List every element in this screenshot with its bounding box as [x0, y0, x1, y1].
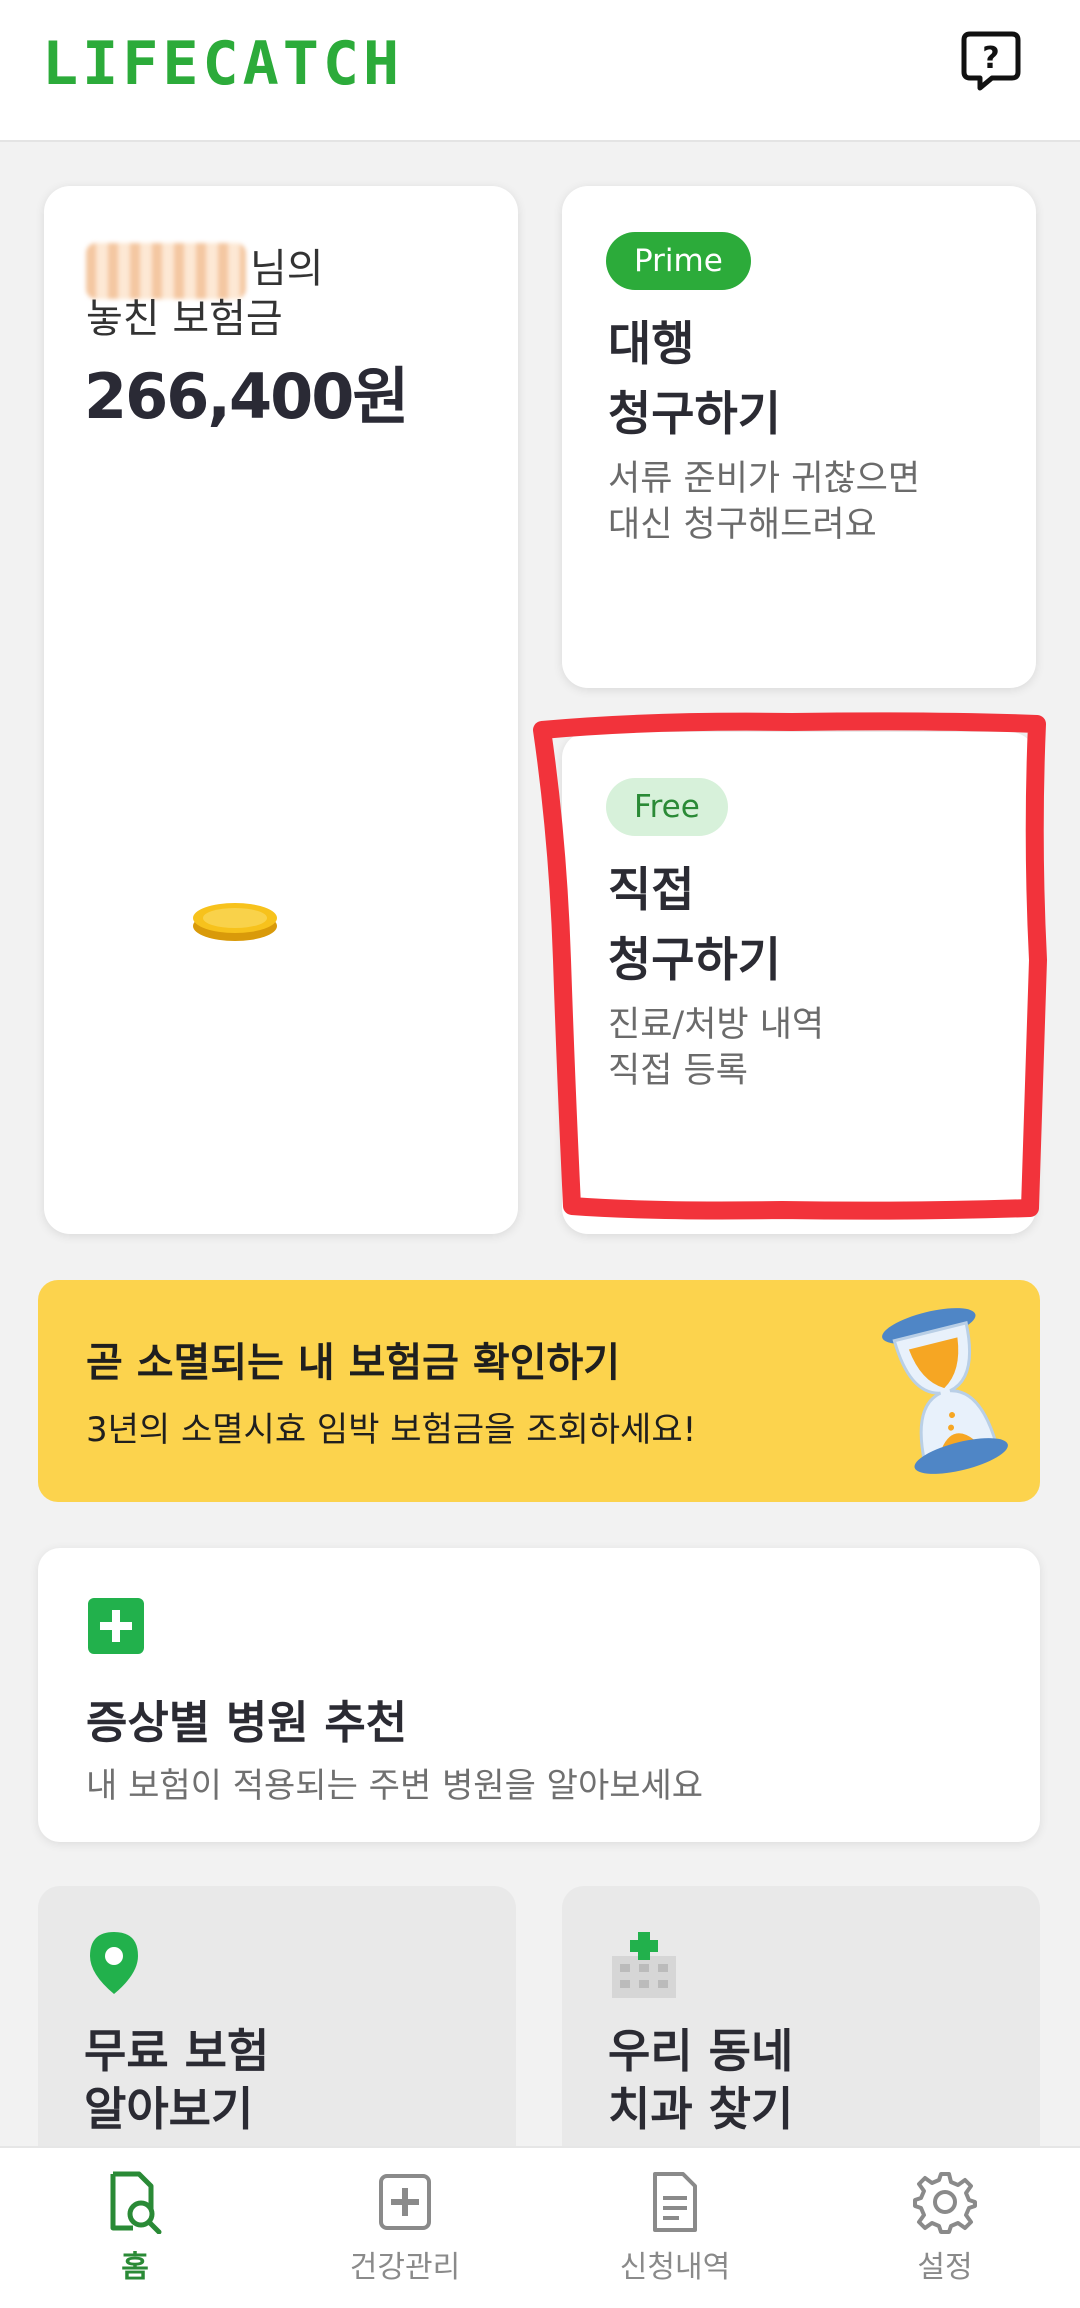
direct-claim-desc-line1: 진료/처방 내역 [608, 1005, 825, 1045]
proxy-claim-desc: 서류 준비가 귀찮으면 대신 청구해드려요 [608, 456, 920, 548]
tab-home[interactable]: 홈 [0, 2170, 270, 2300]
lifecatch-logo[interactable]: LIFECATCH [42, 26, 422, 102]
free-insurance-title-line2: 알아보기 [84, 2082, 254, 2136]
plus-icon [88, 1598, 144, 1654]
direct-claim-desc: 진료/처방 내역 직접 등록 [608, 1002, 824, 1094]
prime-badge: Prime [606, 232, 751, 290]
proxy-claim-desc-line1: 서류 준비가 귀찮으면 [608, 459, 921, 499]
missed-insurance-label: 놓친 보험금 [86, 296, 283, 342]
clinic-icon [610, 1930, 680, 2004]
proxy-claim-title-line1: 대행 [608, 317, 695, 372]
free-insurance-title-line1: 무료 보험 [84, 2024, 270, 2078]
tab-history-label: 신청내역 [619, 2250, 731, 2285]
dentist-finder-tile[interactable]: 우리 동네 치과 찾기 [562, 1886, 1040, 2146]
dentist-finder-title: 우리 동네 치과 찾기 [608, 2022, 793, 2138]
hourglass-icon [880, 1306, 1010, 1480]
direct-claim-title-line1: 직접 [608, 863, 695, 918]
dentist-finder-title-line2: 치과 찾기 [608, 2082, 794, 2136]
proxy-claim-desc-line2: 대신 청구해드려요 [608, 505, 877, 545]
proxy-claim-title: 대행 청구하기 [608, 310, 781, 450]
hospital-subtitle: 내 보험이 적용되는 주변 병원을 알아보세요 [86, 1766, 704, 1806]
direct-claim-card[interactable]: Free 직접 청구하기 진료/처방 내역 직접 등록 [562, 732, 1036, 1234]
document-icon [653, 2172, 697, 2232]
proxy-claim-card[interactable]: Prime 대행 청구하기 서류 준비가 귀찮으면 대신 청구해드려요 [562, 186, 1036, 688]
svg-text:LIFECATCH: LIFECATCH [42, 29, 403, 98]
expiring-insurance-banner[interactable]: 곧 소멸되는 내 보험금 확인하기 3년의 소멸시효 임박 보험금을 조회하세요… [38, 1280, 1040, 1502]
tab-health-label: 건강관리 [349, 2250, 461, 2285]
proxy-claim-title-line2: 청구하기 [608, 387, 781, 442]
help-icon[interactable]: ? [958, 28, 1024, 94]
hospital-title: 증상별 병원 추천 [86, 1696, 408, 1749]
tab-settings[interactable]: 설정 [810, 2170, 1080, 2300]
free-insurance-title: 무료 보험 알아보기 [84, 2022, 269, 2138]
dentist-finder-title-line1: 우리 동네 [608, 2024, 794, 2078]
svg-text:?: ? [982, 41, 999, 76]
direct-claim-title: 직접 청구하기 [608, 856, 781, 996]
tab-home-label: 홈 [121, 2250, 149, 2285]
direct-claim-desc-line2: 직접 등록 [608, 1051, 748, 1091]
missed-insurance-card[interactable]: 님의 놓친 보험금 266,400원 [44, 186, 518, 1234]
banner-subtitle: 3년의 소멸시효 임박 보험금을 조회하세요! [86, 1410, 697, 1450]
hospital-recommendation-card[interactable]: 증상별 병원 추천 내 보험이 적용되는 주변 병원을 알아보세요 [38, 1548, 1040, 1842]
home-search-icon [110, 2171, 162, 2234]
tab-settings-label: 설정 [917, 2250, 973, 2285]
health-plus-icon [379, 2174, 431, 2230]
banner-title: 곧 소멸되는 내 보험금 확인하기 [86, 1340, 621, 1386]
free-insurance-tile[interactable]: 무료 보험 알아보기 [38, 1886, 516, 2146]
tab-health[interactable]: 건강관리 [270, 2170, 540, 2300]
gear-icon [913, 2172, 977, 2234]
bottom-tab-bar: 홈 건강관리 신청내역 설정 [0, 2146, 1080, 2308]
free-badge: Free [606, 778, 728, 836]
missed-amount: 266,400원 [84, 360, 409, 433]
coin-icon [190, 896, 280, 950]
map-pin-icon [86, 1930, 142, 2000]
tab-history[interactable]: 신청내역 [540, 2170, 810, 2300]
app-header: LIFECATCH ? [0, 0, 1080, 142]
direct-claim-title-line2: 청구하기 [608, 933, 781, 988]
